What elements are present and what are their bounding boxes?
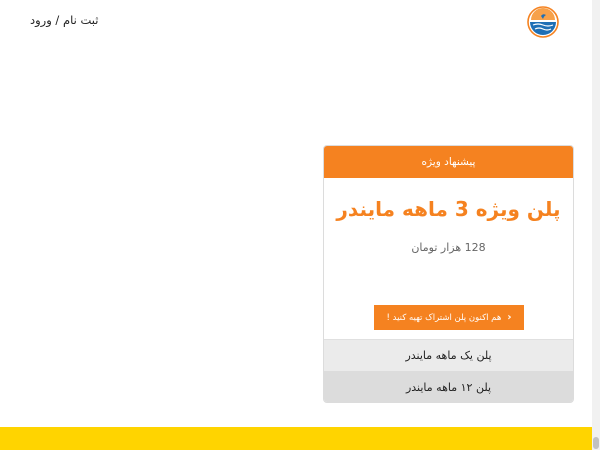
login-register-link[interactable]: ثبت نام / ورود: [30, 13, 98, 27]
subscribe-button-label: هم اکنون پلن اشتراک تهیه کنید !: [386, 312, 502, 323]
scrollbar[interactable]: [592, 0, 600, 450]
offer-header: پیشنهاد ویژه: [324, 146, 573, 178]
plan-option-1-month[interactable]: پلن یک ماهه مایندر: [324, 339, 573, 371]
footer-band: [0, 427, 592, 450]
plan-option-12-month[interactable]: پلن ۱۲ ماهه مایندر: [324, 371, 573, 402]
scrollbar-thumb[interactable]: [593, 437, 599, 449]
chevron-left-icon: ‹: [507, 312, 512, 323]
plan-title: پلن ویژه 3 ماهه مایندر: [336, 197, 561, 221]
site-header: ثبت نام / ورود: [0, 0, 592, 45]
subscribe-button[interactable]: ‹ هم اکنون پلن اشتراک تهیه کنید !: [374, 305, 524, 330]
logo-icon[interactable]: [527, 6, 559, 38]
special-offer-card: پیشنهاد ویژه پلن ویژه 3 ماهه مایندر 128 …: [323, 145, 574, 403]
offer-body: پلن ویژه 3 ماهه مایندر 128 هزار تومان ‹ …: [324, 178, 573, 339]
plan-price: 128 هزار تومان: [411, 241, 486, 254]
